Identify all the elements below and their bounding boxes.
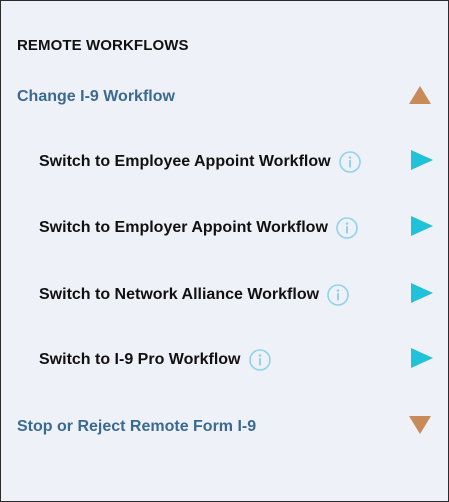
info-icon[interactable] — [336, 217, 358, 239]
workflow-item-label: Switch to Employer Appoint Workflow — [39, 219, 328, 236]
remote-workflows-panel: REMOTE WORKFLOWS Change I-9 Workflow Swi… — [0, 0, 449, 502]
info-icon[interactable] — [248, 349, 271, 371]
workflow-item-label: Switch to I-9 Pro Workflow — [39, 351, 241, 368]
workflow-item-label: Switch to Network Alliance Workflow — [39, 286, 320, 303]
section-stop-reject-label: Stop or Reject Remote Form I-9 — [17, 418, 257, 435]
section-stop-reject[interactable]: Stop or Reject Remote Form I-9 — [17, 414, 432, 440]
section-change-workflow[interactable]: Change I-9 Workflow — [17, 84, 432, 110]
section-change-workflow-label: Change I-9 Workflow — [17, 88, 175, 105]
play-icon[interactable] — [410, 347, 434, 374]
info-icon[interactable] — [327, 284, 349, 306]
play-icon[interactable] — [410, 149, 434, 176]
panel-heading: REMOTE WORKFLOWS — [17, 37, 189, 54]
workflow-item-employer-appoint[interactable]: Switch to Employer Appoint Workflow — [39, 214, 434, 242]
play-icon[interactable] — [410, 215, 434, 242]
triangle-up-icon[interactable] — [408, 84, 432, 111]
play-icon[interactable] — [410, 282, 434, 309]
workflow-item-i9-pro[interactable]: Switch to I-9 Pro Workflow — [39, 346, 434, 374]
workflow-item-label: Switch to Employee Appoint Workflow — [39, 153, 331, 170]
triangle-down-icon[interactable] — [408, 414, 432, 441]
info-icon[interactable] — [338, 151, 361, 173]
workflow-item-network-alliance[interactable]: Switch to Network Alliance Workflow — [39, 281, 434, 309]
workflow-item-employee-appoint[interactable]: Switch to Employee Appoint Workflow — [39, 148, 434, 176]
